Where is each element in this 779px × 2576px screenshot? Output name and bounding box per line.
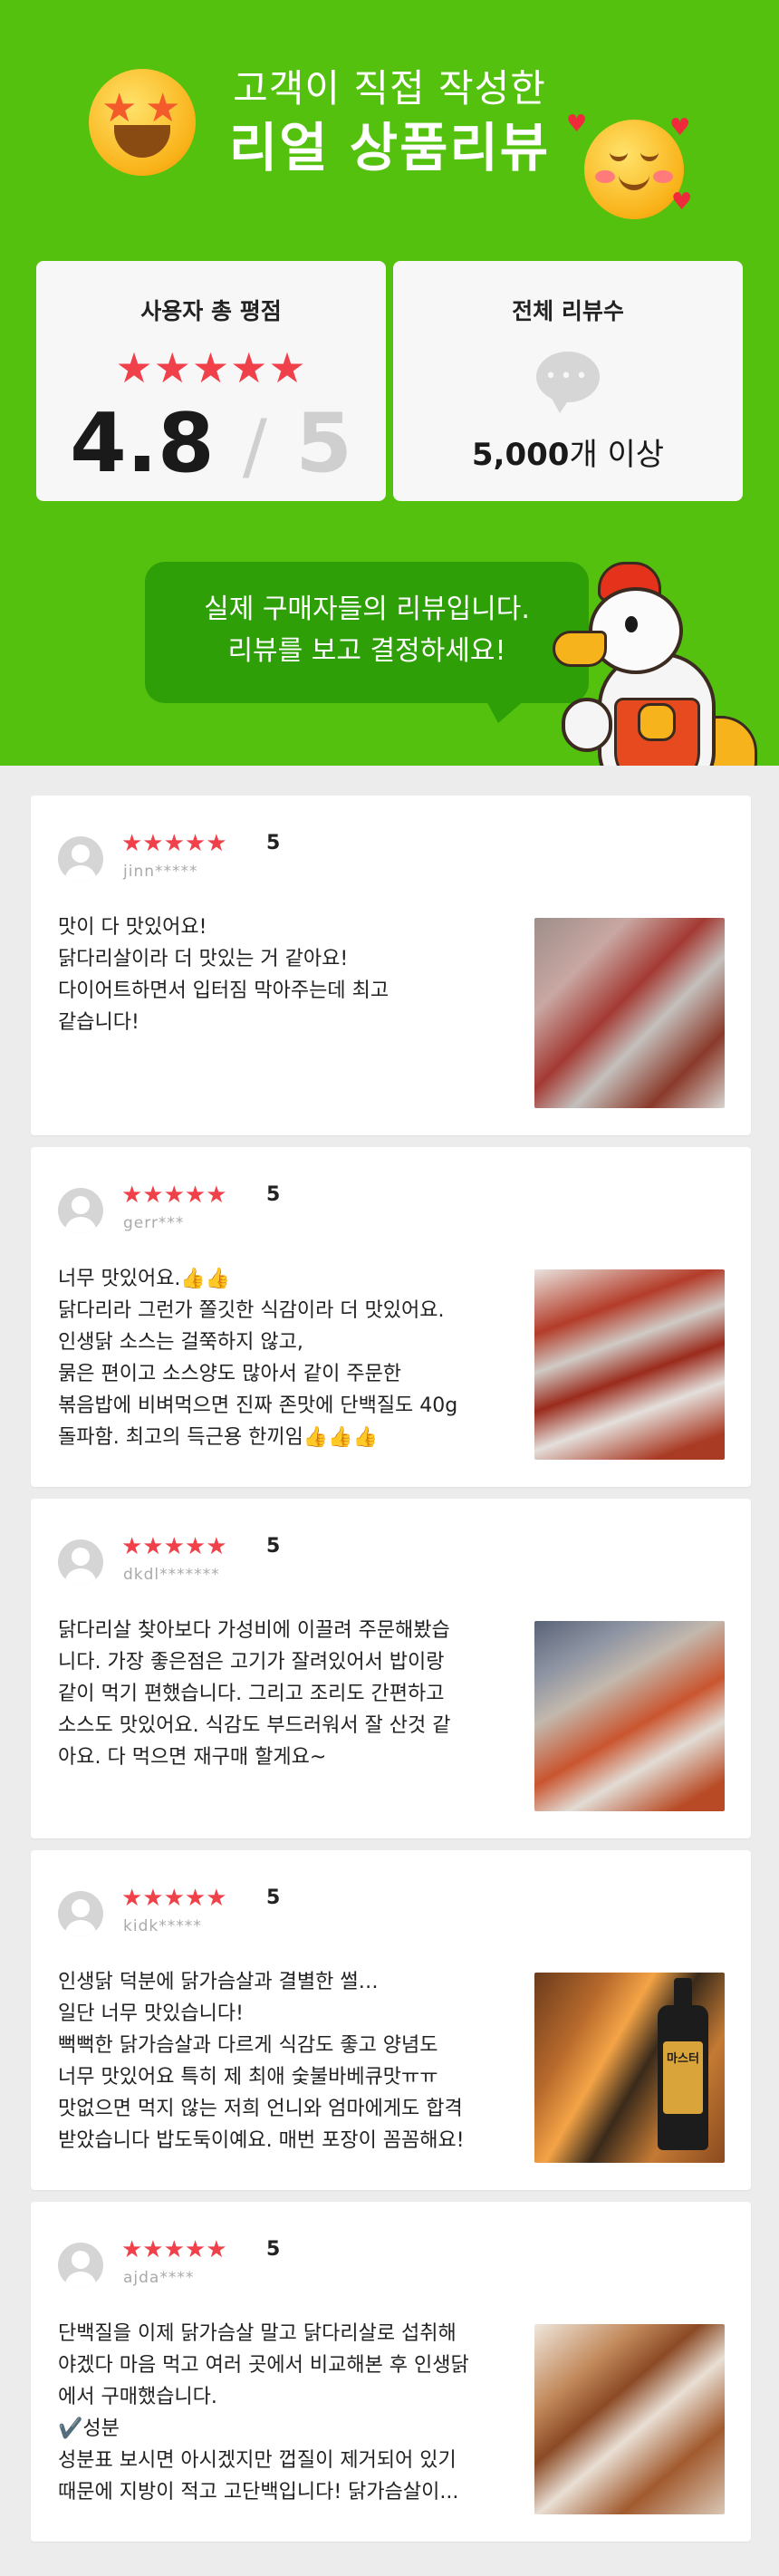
smiling-hearts-emoji-icon: ♥ ♥ ♥ [566,112,692,219]
avatar-icon [58,1539,103,1585]
review-photo[interactable] [534,1269,725,1460]
speech-bubble: 실제 구매자들의 리뷰입니다. 리뷰를 보고 결정하세요! [145,562,589,723]
speech-line-2: 리뷰를 보고 결정하세요! [227,635,506,667]
review-count: 5,000개 이상 [393,429,743,474]
review-hero-banner: ★ ★ 고객이 직접 작성한 리얼 상품리뷰 ♥ ♥ ♥ 사용자 총 평점 ★★… [0,0,779,766]
rating-stars-icon: ★★★★★ [115,343,307,392]
review-username: ajda**** [123,2269,195,2287]
blush-cheek [653,170,673,183]
review-text: 닭다리살 찾아보다 가성비에 이끌려 주문해봤습 니다. 가장 좋은점은 고기가… [58,1619,451,1769]
chicken-mascot-icon [534,562,761,766]
review-username: kidk***** [123,1917,202,1935]
hero-subtitle: 고객이 직접 작성한 [233,66,546,111]
mascot-beak [553,631,607,667]
review-count-number: 5,000 [471,437,570,473]
bottle-label: 마스터 [663,2041,703,2114]
review-score: 5 [266,1535,281,1558]
total-reviews-label: 전체 리뷰수 [512,298,624,324]
heart-icon: ♥ [566,111,588,138]
review-stars-icon: ★★★★★ [121,830,227,857]
review-text: 단백질을 이제 닭가슴살 말고 닭다리살로 섭취해 야겠다 마음 먹고 여러 곳… [58,2322,469,2504]
blush-cheek [595,170,615,183]
review-card: ★★★★★ 5 kidk***** 인생닭 덕분에 닭가슴살과 결별한 썰… 일… [31,1850,751,2190]
review-stars-icon: ★★★★★ [121,2236,227,2263]
review-count-suffix: 개 이상 [569,437,665,473]
review-username: gerr*** [123,1214,185,1232]
review-username: jinn***** [123,863,198,881]
avatar-icon [58,2243,103,2288]
review-score: 5 [266,1886,281,1909]
review-photo[interactable] [534,918,725,1108]
review-score: 5 [266,832,281,854]
total-rating-label: 사용자 총 평점 [140,298,282,324]
happy-eye [640,150,659,161]
review-photo[interactable] [534,2324,725,2514]
review-score: 5 [266,1183,281,1206]
speech-line-1: 실제 구매자들의 리뷰입니다. [204,593,530,625]
review-card: ★★★★★ 5 ajda**** 단백질을 이제 닭가슴살 말고 닭다리살로 섭… [31,2202,751,2542]
avatar-icon [58,836,103,882]
happy-eye [610,150,628,161]
mascot-arm [562,698,612,752]
review-text: 너무 맛있어요.👍👍 닭다리라 그런가 쫄깃한 식감이라 더 맛있어요. 인생닭… [58,1268,458,1449]
review-card: ★★★★★ 5 jinn***** 맛이 다 맛있어요! 닭다리살이라 더 맛있… [31,796,751,1135]
review-text: 인생닭 덕분에 닭가슴살과 결별한 썰… 일단 너무 맛있습니다! 뻑뻑한 닭가… [58,1971,465,2152]
rating-max: 5 [295,396,352,491]
total-rating-card: 사용자 총 평점 ★★★★★ 4.8 / 5 [36,261,386,501]
sauce-bottle-icon: 마스터 [658,1978,708,2150]
smile-mouth [619,172,649,190]
review-photo[interactable] [534,1621,725,1811]
review-stars-icon: ★★★★★ [121,1182,227,1209]
review-card: ★★★★★ 5 dkdl******* 닭다리살 찾아보다 가성비에 이끌려 주… [31,1499,751,1838]
avatar-icon [58,1188,103,1233]
rating-score: 4.8 [70,396,215,491]
heart-icon: ♥ [671,188,693,216]
review-username: dkdl******* [123,1566,220,1584]
chat-bubble-icon: ••• [536,352,600,413]
rating-separator: / [242,404,267,488]
thumbs-up-icon [638,703,676,741]
total-reviews-card: 전체 리뷰수 ••• 5,000개 이상 [393,261,743,501]
rating-value: 4.8 / 5 [36,400,386,490]
heart-icon: ♥ [669,114,691,141]
review-score: 5 [266,2238,281,2261]
mascot-eye [625,616,638,632]
review-stars-icon: ★★★★★ [121,1885,227,1912]
review-stars-icon: ★★★★★ [121,1533,227,1560]
avatar-icon [58,1891,103,1936]
review-text: 맛이 다 맛있어요! 닭다리살이라 더 맛있는 거 같아요! 다이어트하면서 입… [58,916,390,1034]
review-card: ★★★★★ 5 gerr*** 너무 맛있어요.👍👍 닭다리라 그런가 쫄깃한 … [31,1147,751,1487]
review-photo[interactable]: 마스터 [534,1973,725,2163]
